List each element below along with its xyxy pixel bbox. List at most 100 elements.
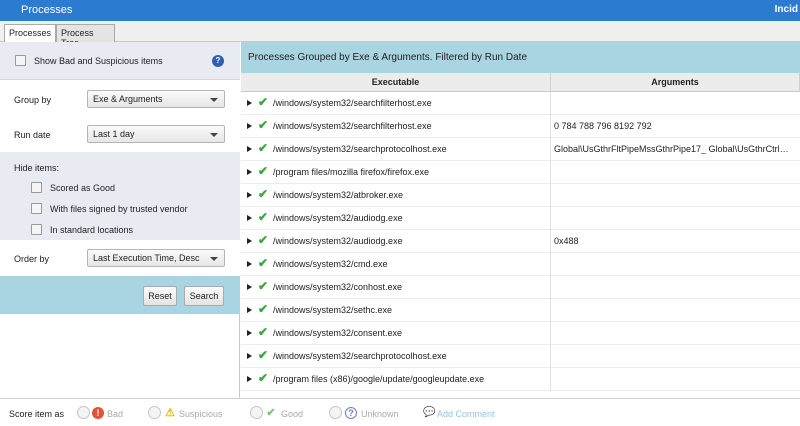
processes-panel: Processes Grouped by Exe & Arguments. Fi… (241, 42, 800, 398)
run-date-label: Run date (14, 130, 51, 140)
table-row[interactable]: ✔ /windows/system32/searchprotocolhost.ex… (241, 138, 800, 161)
executable-path: /windows/system32/searchprotocolhost.exe (273, 144, 447, 154)
table-row[interactable]: ✔ /windows/system32/cmd.exe (241, 253, 800, 276)
score-unknown-radio[interactable] (329, 406, 342, 419)
good-check-icon: ✔ (258, 348, 269, 362)
arguments-cell: 0x488 (554, 236, 579, 246)
expand-triangle-icon[interactable] (247, 100, 252, 106)
hide-signed-vendor-checkbox[interactable] (31, 203, 42, 214)
table-row[interactable]: ✔ /program files (x86)/google/update/goog… (241, 368, 800, 391)
executable-path: /windows/system32/searchfilterhost.exe (273, 98, 432, 108)
executable-path: /windows/system32/audiodg.exe (273, 213, 403, 223)
good-check-icon: ✔ (266, 407, 276, 419)
hide-scored-good-checkbox[interactable] (31, 182, 42, 193)
table-row[interactable]: ✔ /windows/system32/searchprotocolhost.ex… (241, 345, 800, 368)
executable-path: /program files (x86)/google/update/googl… (273, 374, 485, 384)
good-check-icon: ✔ (258, 233, 269, 247)
group-by-select[interactable]: Exe & Arguments (87, 90, 225, 108)
table-row[interactable]: ✔ /windows/system32/audiodg.exe (241, 207, 800, 230)
expand-triangle-icon[interactable] (247, 215, 252, 221)
reset-button[interactable]: Reset (143, 286, 177, 306)
help-icon[interactable]: ? (212, 55, 224, 67)
chevron-down-icon (210, 98, 218, 102)
table-row[interactable]: ✔ /windows/system32/audiodg.exe 0x488 (241, 230, 800, 253)
hide-items-label: Hide items: (14, 163, 60, 173)
score-suspicious-label: Suspicious (179, 409, 223, 419)
score-footer: Score item as ! Bad ⚠ Suspicious ✔ Good … (0, 398, 800, 426)
executable-path: /windows/system32/searchprotocolhost.exe (273, 351, 447, 361)
order-by-select[interactable]: Last Execution Time, Desc (87, 249, 225, 267)
run-date-value: Last 1 day (93, 129, 135, 139)
filter-sidebar: Show Bad and Suspicious items ? Group by… (0, 42, 240, 398)
score-good-radio[interactable] (250, 406, 263, 419)
title-right-text: Incid (774, 4, 798, 15)
window-title: Processes (21, 4, 73, 16)
good-check-icon: ✔ (258, 118, 269, 132)
table-row[interactable]: ✔ /windows/system32/searchfilterhost.exe (241, 92, 800, 115)
table-row[interactable]: ✔ /program files/mozilla firefox/firefox.… (241, 161, 800, 184)
chevron-down-icon (210, 257, 218, 261)
expand-triangle-icon[interactable] (247, 307, 252, 313)
good-check-icon: ✔ (258, 141, 269, 155)
column-header-arguments[interactable]: Arguments (551, 73, 800, 92)
panel-title: Processes Grouped by Exe & Arguments. Fi… (248, 52, 528, 63)
tab-processes[interactable]: Processes (4, 24, 56, 43)
score-unknown-label: Unknown (361, 409, 399, 419)
hide-signed-vendor-label: With files signed by trusted vendor (50, 204, 188, 214)
executable-path: /windows/system32/conhost.exe (273, 282, 403, 292)
executable-path: /windows/system32/searchfilterhost.exe (273, 121, 432, 131)
expand-triangle-icon[interactable] (247, 353, 252, 359)
good-check-icon: ✔ (258, 210, 269, 224)
executable-path: /windows/system32/cmd.exe (273, 259, 388, 269)
executable-path: /windows/system32/sethc.exe (273, 305, 393, 315)
unknown-icon: ? (345, 407, 357, 419)
title-bar: Processes Incid (0, 0, 800, 21)
expand-triangle-icon[interactable] (247, 123, 252, 129)
score-good-label: Good (281, 409, 304, 419)
group-run-section: Group by Exe & Arguments Run date Last 1… (0, 80, 240, 152)
hide-items-section: Hide items: Scored as Good With files si… (0, 152, 240, 240)
good-check-icon: ✔ (258, 325, 269, 339)
expand-triangle-icon[interactable] (247, 261, 252, 267)
score-bad-radio[interactable] (77, 406, 90, 419)
score-bad-label: Bad (107, 409, 124, 419)
expand-triangle-icon[interactable] (247, 169, 252, 175)
score-suspicious-radio[interactable] (148, 406, 161, 419)
process-table-body: ✔/windows/system32/searchfilterhost.exe … (241, 92, 800, 398)
table-row[interactable]: ✔ /windows/system32/conhost.exe (241, 276, 800, 299)
show-bad-checkbox[interactable] (15, 55, 26, 66)
table-row[interactable]: ✔ /windows/system32/searchfilterhost.exe 0… (241, 115, 800, 138)
order-by-label: Order by (14, 254, 50, 264)
executable-path: /windows/system32/consent.exe (273, 328, 403, 338)
executable-path: /windows/system32/atbroker.exe (273, 190, 404, 200)
expand-triangle-icon[interactable] (247, 192, 252, 198)
hide-scored-good-label: Scored as Good (50, 183, 116, 193)
executable-path: /program files/mozilla firefox/firefox.e… (273, 167, 430, 177)
comment-icon: 💬 (423, 407, 436, 418)
search-button[interactable]: Search (184, 286, 224, 306)
hide-standard-locations-checkbox[interactable] (31, 224, 42, 235)
arguments-cell: Global\UsGthrFltPipeMssGthrPipe17_ Globa… (554, 144, 794, 154)
expand-triangle-icon[interactable] (247, 284, 252, 290)
bad-icon: ! (92, 407, 104, 419)
executable-path: /windows/system32/audiodg.exe (273, 236, 403, 246)
tab-process-tree[interactable]: Process Tree (56, 24, 115, 48)
hide-standard-locations-label: In standard locations (50, 225, 134, 235)
score-item-label: Score item as (9, 409, 65, 419)
good-check-icon: ✔ (258, 279, 269, 293)
table-row[interactable]: ✔ /windows/system32/atbroker.exe (241, 184, 800, 207)
column-header-executable[interactable]: Executable (241, 73, 551, 92)
order-by-section: Order by Last Execution Time, Desc (0, 240, 240, 276)
expand-triangle-icon[interactable] (247, 376, 252, 382)
table-row[interactable]: ✔ /windows/system32/consent.exe (241, 322, 800, 345)
run-date-select[interactable]: Last 1 day (87, 125, 225, 143)
expand-triangle-icon[interactable] (247, 330, 252, 336)
good-check-icon: ✔ (258, 302, 269, 316)
good-check-icon: ✔ (258, 164, 269, 178)
table-row[interactable]: ✔ /windows/system32/sethc.exe (241, 299, 800, 322)
good-check-icon: ✔ (258, 95, 269, 109)
expand-triangle-icon[interactable] (247, 238, 252, 244)
good-check-icon: ✔ (258, 371, 269, 385)
expand-triangle-icon[interactable] (247, 146, 252, 152)
group-by-label: Group by (14, 95, 52, 105)
